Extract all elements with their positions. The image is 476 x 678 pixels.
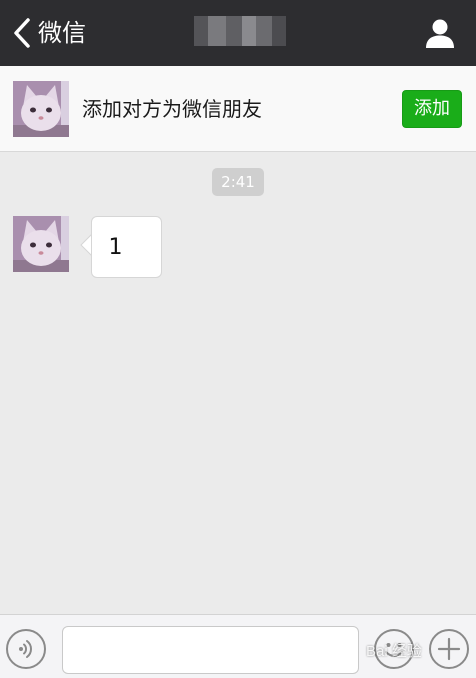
person-icon[interactable] xyxy=(424,17,456,49)
chevron-left-icon xyxy=(14,18,30,48)
message-bubble[interactable]: 1 xyxy=(91,216,162,278)
add-friend-prompt: 添加对方为微信朋友 xyxy=(82,97,262,121)
more-button[interactable] xyxy=(429,629,469,669)
voice-icon xyxy=(19,640,32,658)
message-input[interactable] xyxy=(62,626,359,674)
contact-avatar[interactable] xyxy=(13,81,69,137)
add-friend-button[interactable]: 添加 xyxy=(402,90,462,128)
input-toolbar xyxy=(0,614,476,678)
emoji-icon xyxy=(385,643,403,657)
back-label: 微信 xyxy=(38,19,86,47)
emoji-button[interactable] xyxy=(374,629,414,669)
message-timestamp: 2:41 xyxy=(212,168,264,196)
add-friend-banner: 添加对方为微信朋友 添加 xyxy=(0,66,476,152)
sender-avatar[interactable] xyxy=(13,216,69,272)
back-button[interactable]: 微信 xyxy=(12,14,86,52)
voice-button[interactable] xyxy=(6,629,46,669)
message-text: 1 xyxy=(108,235,123,260)
message-list[interactable]: 2:41 1 xyxy=(0,152,476,614)
nav-bar: 微信 xyxy=(0,0,476,66)
plus-icon xyxy=(437,637,461,661)
chat-title-obscured xyxy=(194,16,286,46)
